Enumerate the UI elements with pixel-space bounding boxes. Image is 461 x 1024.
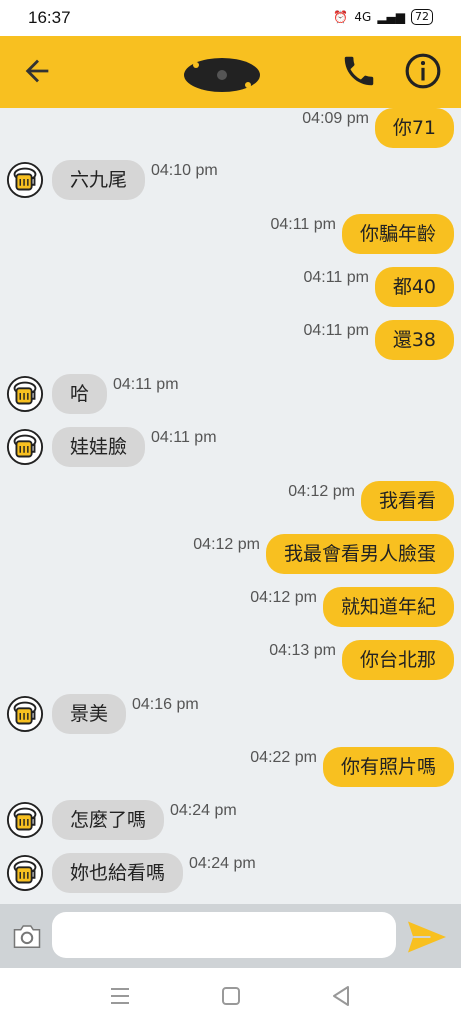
- avatar-beer-icon[interactable]: [6, 801, 44, 839]
- sent-message: 我看看 04:12 pm: [0, 481, 461, 531]
- message-bubble[interactable]: 你騙年齡: [341, 214, 454, 254]
- message-bubble[interactable]: 你有照片嗎: [322, 747, 454, 787]
- received-message: 哈 04:11 pm: [0, 374, 461, 424]
- avatar-beer-icon[interactable]: [6, 161, 44, 199]
- back-arrow-icon[interactable]: [20, 54, 54, 88]
- status-bar: 16:37 ⏰ 4G ▂▄▆ 72: [0, 0, 461, 36]
- redacted-contact-name: [184, 58, 260, 92]
- message-bubble[interactable]: 我最會看男人臉蛋: [265, 534, 454, 574]
- message-bubble[interactable]: 妳也給看嗎: [52, 853, 184, 893]
- message-bubble[interactable]: 我看看: [360, 481, 454, 521]
- received-message: 景美 04:16 pm: [0, 694, 461, 744]
- sent-message: 你台北那 04:13 pm: [0, 640, 461, 690]
- nav-back-icon[interactable]: [330, 984, 352, 1008]
- sent-message: 你71 04:09 pm: [0, 108, 461, 158]
- sent-message: 都40 04:11 pm: [0, 267, 461, 317]
- received-message: 怎麼了嗎 04:24 pm: [0, 800, 461, 850]
- battery-level: 72: [411, 9, 433, 25]
- status-icons: ⏰ 4G ▂▄▆ 72: [333, 9, 433, 25]
- received-message: 娃娃臉 04:11 pm: [0, 427, 461, 477]
- message-time: 04:22 pm: [250, 749, 317, 766]
- message-bubble[interactable]: 景美: [52, 694, 127, 734]
- message-time: 04:24 pm: [170, 802, 237, 819]
- chat-thread[interactable]: 你71 04:09 pm 六九尾 04:10 pm 你騙年齡 04:11 pm 都40 04:…: [0, 108, 461, 904]
- avatar-beer-icon[interactable]: [6, 854, 44, 892]
- message-bubble[interactable]: 怎麼了嗎: [52, 800, 165, 840]
- app-header: [0, 36, 461, 108]
- message-bubble[interactable]: 你台北那: [341, 640, 454, 680]
- message-bubble[interactable]: 都40: [374, 267, 454, 307]
- message-time: 04:11 pm: [151, 429, 217, 446]
- system-nav-bar: [0, 968, 461, 1024]
- input-bar: [0, 904, 461, 968]
- avatar-beer-icon[interactable]: [6, 695, 44, 733]
- signal-icon: ▂▄▆: [377, 10, 405, 24]
- message-time: 04:12 pm: [250, 589, 317, 606]
- message-time: 04:16 pm: [132, 696, 199, 713]
- message-bubble[interactable]: 還38: [374, 320, 454, 360]
- message-bubble[interactable]: 你71: [374, 108, 454, 148]
- sent-message: 我最會看男人臉蛋 04:12 pm: [0, 534, 461, 584]
- send-icon[interactable]: [406, 918, 448, 956]
- alarm-icon: ⏰: [333, 10, 349, 24]
- message-bubble[interactable]: 就知道年紀: [322, 587, 454, 627]
- message-time: 04:12 pm: [288, 483, 355, 500]
- message-input[interactable]: [52, 912, 396, 958]
- message-time: 04:13 pm: [269, 642, 336, 659]
- sent-message: 你有照片嗎 04:22 pm: [0, 747, 461, 797]
- message-time: 04:09 pm: [302, 110, 369, 127]
- recent-apps-icon[interactable]: [108, 986, 132, 1006]
- message-time: 04:10 pm: [151, 162, 218, 179]
- message-time: 04:11 pm: [303, 322, 369, 339]
- message-bubble[interactable]: 娃娃臉: [52, 427, 146, 467]
- network-label: 4G: [354, 10, 372, 24]
- received-message: 妳也給看嗎 04:24 pm: [0, 853, 461, 903]
- message-time: 04:12 pm: [193, 536, 260, 553]
- message-time: 04:11 pm: [113, 376, 179, 393]
- avatar-beer-icon[interactable]: [6, 375, 44, 413]
- message-time: 04:11 pm: [303, 269, 369, 286]
- sent-message: 就知道年紀 04:12 pm: [0, 587, 461, 637]
- status-time: 16:37: [28, 8, 71, 27]
- message-time: 04:11 pm: [270, 216, 336, 233]
- info-icon[interactable]: [404, 52, 442, 90]
- message-bubble[interactable]: 六九尾: [52, 160, 146, 200]
- message-bubble[interactable]: 哈: [52, 374, 108, 414]
- message-time: 04:24 pm: [189, 855, 256, 872]
- avatar-beer-icon[interactable]: [6, 428, 44, 466]
- camera-icon[interactable]: [12, 922, 42, 950]
- received-message: 六九尾 04:10 pm: [0, 160, 461, 210]
- phone-call-icon[interactable]: [340, 52, 378, 90]
- sent-message: 還38 04:11 pm: [0, 320, 461, 370]
- home-icon[interactable]: [221, 986, 241, 1006]
- sent-message: 你騙年齡 04:11 pm: [0, 214, 461, 264]
